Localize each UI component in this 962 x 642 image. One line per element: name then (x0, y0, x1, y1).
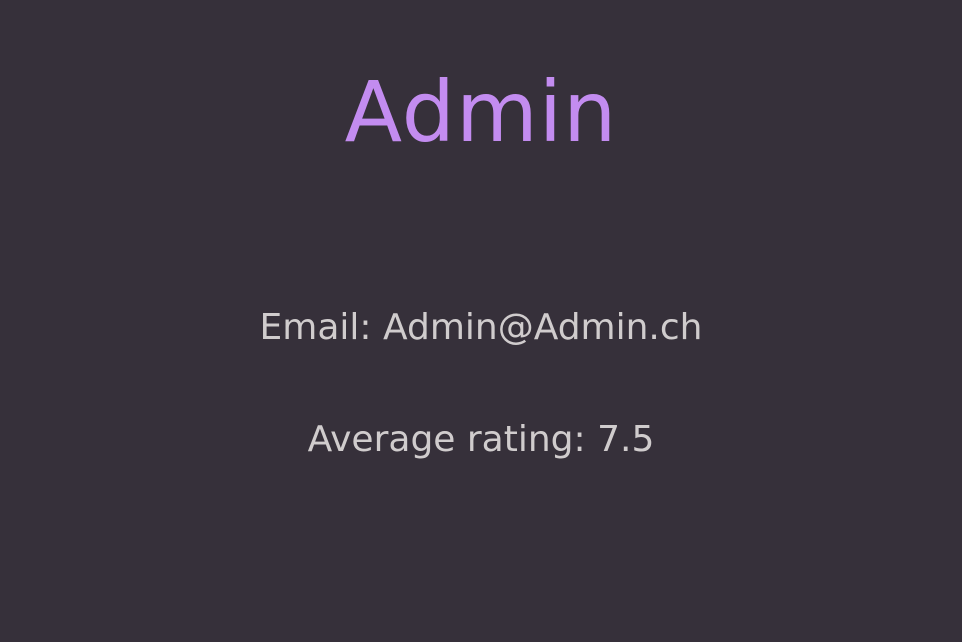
profile-username: Admin (344, 63, 618, 161)
average-rating-value: 7.5 (597, 419, 655, 460)
email-label: Email: (259, 307, 372, 348)
profile-page: Admin Email: Admin@Admin.ch Average rati… (0, 0, 962, 642)
email-row: Email: Admin@Admin.ch (0, 304, 962, 352)
email-value: Admin@Admin.ch (382, 307, 703, 348)
average-rating-label: Average rating: (307, 419, 586, 460)
average-rating-row: Average rating: 7.5 (0, 416, 962, 464)
